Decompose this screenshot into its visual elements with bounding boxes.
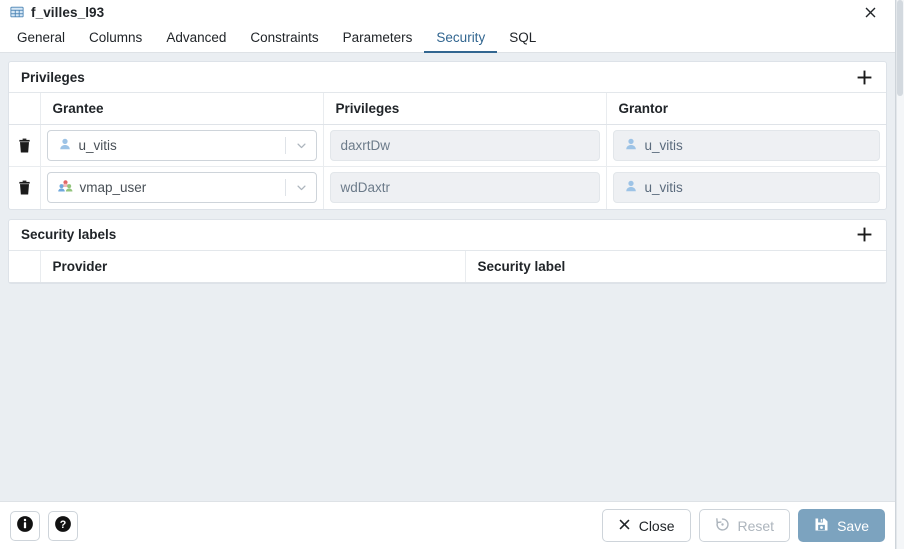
privileges-value-field-1[interactable]: wdDaxtr (329, 172, 600, 204)
security-labels-delete-column-header (9, 250, 41, 283)
chevron-down-icon[interactable] (294, 173, 316, 202)
grantee-value-0: u_vitis (78, 138, 117, 153)
tab-security-label: Security (436, 30, 486, 45)
user-icon (624, 179, 638, 196)
security-labels-header-row: Provider Security label (9, 250, 886, 283)
svg-text:?: ? (60, 519, 67, 531)
privileges-header-row: Grantee Privileges Grantor (9, 93, 886, 125)
tab-sql-label: SQL (509, 30, 537, 45)
privileges-column-privileges: Privileges (323, 93, 607, 125)
user-icon (624, 137, 638, 154)
help-icon: ? (54, 515, 72, 536)
tab-parameters[interactable]: Parameters (331, 24, 425, 53)
privileges-panel-header: Privileges (9, 62, 886, 93)
tab-general-label: General (17, 30, 66, 45)
grantee-select-1[interactable]: vmap_user (46, 172, 317, 204)
tab-columns-label: Columns (89, 30, 143, 45)
privileges-table: Grantee Privileges Grantor u_vitis daxrt… (9, 93, 886, 209)
dialog-title: f_villes_l93 (31, 4, 105, 20)
chevron-down-icon[interactable] (294, 131, 316, 160)
privileges-row-0-delete-cell (9, 124, 41, 167)
tab-sql[interactable]: SQL (497, 24, 548, 53)
security-labels-panel-title: Security labels (21, 227, 117, 242)
tab-parameters-label: Parameters (342, 30, 413, 45)
security-labels-table: Provider Security label (9, 250, 886, 283)
group-icon (57, 179, 73, 196)
security-labels-panel-header: Security labels (9, 220, 886, 251)
plus-icon[interactable] (852, 223, 876, 247)
dialog-footer: ? Close Reset Save (0, 501, 895, 549)
dialog-titlebar: f_villes_l93 (0, 0, 895, 24)
dialog-body: Privileges Grantee Privileges Grantor u_… (0, 53, 895, 501)
grantor-value-0: u_vitis (644, 138, 683, 153)
table-row: u_vitis daxrtDw u_vitis (9, 124, 886, 167)
save-icon (814, 517, 829, 535)
privileges-value-0: daxrtDw (340, 138, 391, 153)
tab-general[interactable]: General (5, 24, 77, 53)
cross-icon (618, 518, 631, 534)
privileges-row-0-grantor-cell: u_vitis (606, 124, 886, 167)
privileges-row-1-grantor-cell: u_vitis (606, 167, 886, 209)
tab-advanced-label: Advanced (166, 30, 227, 45)
grantor-value-1: u_vitis (644, 180, 683, 196)
tab-advanced[interactable]: Advanced (154, 24, 238, 53)
privileges-value-1: wdDaxtr (340, 180, 391, 196)
tab-columns[interactable]: Columns (77, 24, 154, 53)
privileges-column-grantee: Grantee (40, 93, 324, 125)
privileges-row-1-delete-cell (9, 166, 41, 209)
privileges-panel-title: Privileges (21, 69, 85, 85)
info-button[interactable] (10, 510, 40, 541)
save-button-label: Save (837, 517, 869, 534)
trash-icon[interactable] (11, 133, 37, 159)
select-separator (284, 179, 286, 197)
privileges-value-field-0[interactable]: daxrtDw (329, 130, 600, 161)
tab-security[interactable]: Security (424, 24, 498, 53)
help-button[interactable]: ? (48, 510, 78, 541)
plus-icon[interactable] (852, 65, 876, 89)
table-row: vmap_user wdDaxtr u_vitis (9, 166, 886, 209)
privileges-row-0-grantee-cell: u_vitis (40, 124, 324, 167)
close-button[interactable]: Close (601, 509, 691, 542)
grantee-select-0[interactable]: u_vitis (46, 130, 317, 161)
privileges-delete-column-header (9, 93, 41, 125)
close-button-label: Close (638, 517, 675, 534)
tab-constraints[interactable]: Constraints (238, 24, 330, 53)
save-button[interactable]: Save (798, 509, 885, 542)
select-separator (284, 137, 286, 154)
security-labels-column-provider: Provider (40, 250, 466, 283)
tab-constraints-label: Constraints (250, 30, 319, 45)
grantee-value-1: vmap_user (79, 180, 147, 196)
reset-icon (715, 517, 730, 535)
dialog-tabbar: General Columns Advanced Constraints Par… (0, 24, 895, 53)
privileges-row-1-grantee-cell: vmap_user (40, 166, 324, 209)
reset-button[interactable]: Reset (698, 509, 791, 542)
grantor-field-1: u_vitis (612, 172, 880, 204)
page-scrollbar-thumb[interactable] (897, 0, 903, 96)
table-properties-dialog: f_villes_l93 General Columns Advanced Co… (0, 0, 896, 549)
privileges-column-grantor: Grantor (606, 93, 886, 125)
reset-button-label: Reset (737, 517, 775, 534)
security-labels-panel: Security labels Provider Security label (8, 218, 887, 284)
privileges-panel: Privileges Grantee Privileges Grantor u_… (8, 61, 887, 210)
info-icon (16, 515, 34, 536)
trash-icon[interactable] (11, 175, 37, 201)
close-icon[interactable] (859, 1, 881, 23)
page-scrollbar[interactable] (896, 0, 904, 549)
grantor-field-0: u_vitis (612, 130, 880, 161)
table-icon (10, 5, 24, 19)
security-labels-column-label: Security label (465, 250, 886, 283)
privileges-row-0-privileges-cell: daxrtDw (323, 124, 607, 167)
privileges-row-1-privileges-cell: wdDaxtr (323, 166, 607, 209)
user-icon (58, 137, 72, 154)
